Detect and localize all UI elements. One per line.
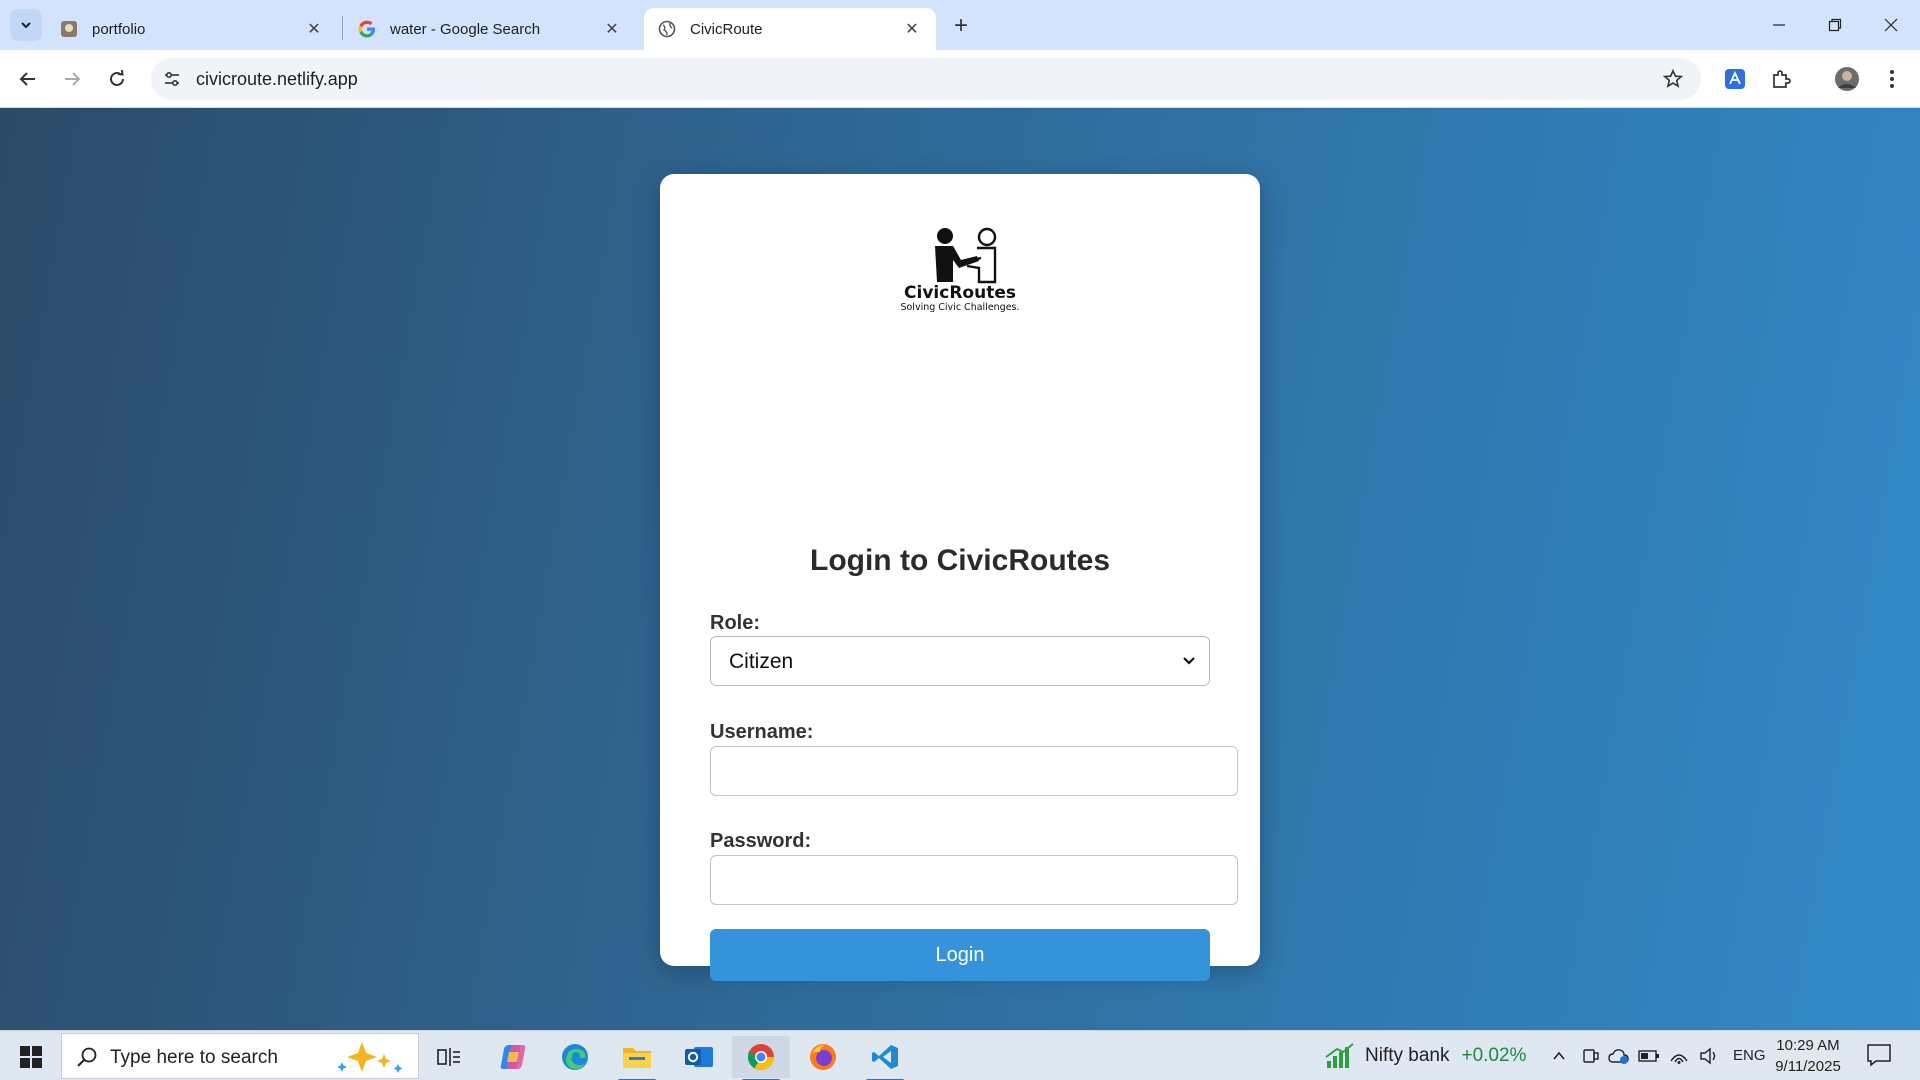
username-field[interactable] xyxy=(710,746,1238,796)
windows-icon xyxy=(20,1046,42,1068)
role-select[interactable]: Citizen xyxy=(710,636,1210,686)
folder-icon xyxy=(623,1048,651,1068)
chevron-up-icon xyxy=(1553,1051,1565,1060)
minimize-button[interactable] xyxy=(1750,0,1808,50)
tab-portfolio[interactable]: portfolio ✕ xyxy=(46,8,338,50)
taskbar-search-input[interactable]: Type here to search xyxy=(61,1033,419,1079)
extensions-button[interactable] xyxy=(1765,63,1797,95)
arrow-right-icon xyxy=(65,72,81,86)
clock-time: 10:29 AM xyxy=(1776,1037,1840,1054)
firefox-app[interactable] xyxy=(794,1036,852,1078)
system-clock[interactable]: 10:29 AM 9/11/2025 xyxy=(1770,1035,1846,1077)
url-text: civicroute.netlify.app xyxy=(196,69,358,89)
onedrive-icon[interactable] xyxy=(1608,1045,1630,1067)
stock-ticker-widget[interactable]: Nifty bank +0.02% xyxy=(1325,1043,1526,1069)
start-button[interactable] xyxy=(10,1041,52,1073)
copilot-icon xyxy=(500,1045,526,1069)
portfolio-favicon xyxy=(60,20,78,38)
ticker-change: +0.02% xyxy=(1461,1045,1527,1066)
new-tab-button[interactable]: + xyxy=(945,12,977,40)
logo-name: CivicRoutes xyxy=(904,283,1016,303)
back-button[interactable] xyxy=(12,63,44,95)
role-label: Role: xyxy=(710,612,760,634)
google-icon xyxy=(358,20,376,38)
tab-divider xyxy=(342,16,343,40)
logo-tagline: Solving Civic Challenges. xyxy=(900,302,1020,313)
tab-title: CivicRoute xyxy=(690,20,763,38)
search-placeholder: Type here to search xyxy=(110,1047,278,1068)
volume-icon[interactable] xyxy=(1698,1045,1720,1067)
globe-icon xyxy=(658,20,676,38)
close-window-button[interactable] xyxy=(1862,0,1920,50)
translate-icon xyxy=(1725,69,1745,89)
browser-menu-button[interactable] xyxy=(1876,63,1908,95)
notification-center-button[interactable] xyxy=(1866,1043,1894,1069)
reload-button[interactable] xyxy=(101,63,133,95)
restore-icon xyxy=(1828,18,1842,32)
chevron-down-icon xyxy=(21,22,31,29)
username-label: Username: xyxy=(710,721,814,743)
site-info-icon[interactable] xyxy=(161,68,183,90)
password-field[interactable] xyxy=(710,855,1238,905)
puzzle-icon xyxy=(1773,70,1791,88)
stock-chart-icon xyxy=(1325,1043,1354,1068)
input-language-indicator[interactable]: ENG xyxy=(1733,1047,1766,1064)
more-vertical-icon xyxy=(1890,70,1894,88)
login-card: CivicRoutes Solving Civic Challenges. Lo… xyxy=(660,174,1260,981)
chat-bubble-icon xyxy=(1867,1044,1891,1067)
outlook-app[interactable] xyxy=(670,1036,728,1078)
tab-civicroute[interactable]: CivicRoute ✕ xyxy=(644,8,936,50)
translate-extension-button[interactable] xyxy=(1719,63,1751,95)
file-explorer-app[interactable] xyxy=(608,1036,666,1080)
wifi-icon[interactable] xyxy=(1668,1045,1690,1067)
ticker-name: Nifty bank xyxy=(1365,1045,1450,1066)
address-bar[interactable]: civicroute.netlify.app xyxy=(151,58,1701,100)
tab-title: portfolio xyxy=(92,20,146,38)
chevron-down-icon xyxy=(1183,657,1195,665)
edge-app[interactable] xyxy=(546,1036,604,1078)
tab-title: water - Google Search xyxy=(390,20,541,38)
close-icon[interactable]: ✕ xyxy=(902,19,922,39)
meet-now-icon[interactable] xyxy=(1580,1045,1602,1067)
sparkle-icon[interactable] xyxy=(332,1040,408,1074)
vscode-app[interactable] xyxy=(856,1036,914,1080)
vscode-icon xyxy=(872,1045,898,1069)
password-label: Password: xyxy=(710,830,812,852)
page-background: CivicRoutes Solving Civic Challenges. Lo… xyxy=(0,108,1920,1030)
tab-google-search[interactable]: water - Google Search ✕ xyxy=(344,8,636,50)
tab-strip: portfolio ✕ water - Google Search ✕ Civi… xyxy=(0,0,1920,50)
show-hidden-icons-button[interactable] xyxy=(1548,1045,1570,1067)
minimize-icon xyxy=(1773,24,1785,26)
bookmark-star-icon[interactable] xyxy=(1661,67,1685,91)
reload-icon xyxy=(110,70,124,86)
handshake-people-icon xyxy=(935,227,997,284)
avatar-icon xyxy=(1835,67,1859,91)
edge-icon xyxy=(562,1044,588,1070)
chrome-icon xyxy=(747,1044,775,1071)
tab-search-button[interactable] xyxy=(10,9,42,41)
clock-date: 9/11/2025 xyxy=(1775,1058,1841,1075)
restore-button[interactable] xyxy=(1806,0,1864,50)
chrome-app[interactable] xyxy=(732,1036,790,1080)
search-icon xyxy=(77,1047,97,1067)
forward-button[interactable] xyxy=(56,63,88,95)
battery-icon[interactable] xyxy=(1638,1045,1660,1067)
firefox-icon xyxy=(810,1044,836,1070)
arrow-left-icon xyxy=(19,72,35,86)
role-select-value: Citizen xyxy=(729,650,794,673)
copilot-app[interactable] xyxy=(484,1036,542,1078)
taskbar: Type here to search Nifty bank +0.02% EN… xyxy=(0,1030,1920,1080)
task-view-button[interactable] xyxy=(420,1036,478,1078)
close-icon[interactable]: ✕ xyxy=(602,19,622,39)
login-button[interactable]: Login xyxy=(710,929,1210,981)
outlook-icon xyxy=(685,1047,713,1067)
browser-toolbar: civicroute.netlify.app xyxy=(0,50,1920,108)
page-title: Login to CivicRoutes xyxy=(810,544,1110,577)
close-icon xyxy=(1884,18,1898,32)
close-icon[interactable]: ✕ xyxy=(304,19,324,39)
civicroutes-logo: CivicRoutes Solving Civic Challenges. xyxy=(900,226,1020,330)
profile-avatar[interactable] xyxy=(1831,63,1863,95)
task-view-icon xyxy=(437,1048,460,1066)
